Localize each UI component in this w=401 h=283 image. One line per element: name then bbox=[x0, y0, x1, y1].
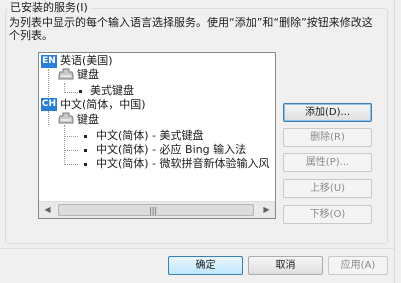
group-title: 已安装的服务(I) bbox=[8, 1, 90, 15]
tree-item-keyboard[interactable]: 键盘 bbox=[77, 113, 99, 127]
tree-item-keyboard[interactable]: 键盘 bbox=[77, 68, 99, 82]
en-language-badge: EN bbox=[41, 55, 57, 68]
remove-button[interactable]: 删除(R) bbox=[283, 128, 372, 147]
tree-connector bbox=[64, 136, 78, 137]
scroll-right-icon[interactable]: ▶ bbox=[258, 202, 275, 218]
apply-button[interactable]: 应用(A) bbox=[328, 256, 388, 275]
tree-item-input-method[interactable]: 中文(简体) - 微软拼音新体验输入风 bbox=[96, 157, 270, 171]
window-border bbox=[394, 0, 401, 283]
keyboard-icon bbox=[58, 68, 74, 81]
tree-connector bbox=[64, 92, 78, 93]
cancel-button[interactable]: 取消 bbox=[248, 256, 323, 275]
tree-item-input-method[interactable]: 中文(简体) - 必应 Bing 输入法 bbox=[96, 143, 246, 157]
add-button[interactable]: 添加(D)... bbox=[283, 103, 372, 122]
tree-connector bbox=[48, 111, 49, 125]
ok-button[interactable]: 确定 bbox=[168, 256, 243, 275]
scroll-left-icon[interactable]: ◀ bbox=[39, 202, 56, 218]
tree-item-chinese[interactable]: 中文(简体，中国) bbox=[60, 98, 146, 112]
tree-item-english[interactable]: 英语(美国) bbox=[60, 54, 113, 68]
tree-item-keyboard-layout[interactable]: 美式键盘 bbox=[90, 84, 134, 98]
services-tree[interactable]: EN 英语(美国) 键盘 美式键盘 CH 中文(简体，中国) 键盘 中文(简体)… bbox=[38, 52, 276, 219]
bullet-icon bbox=[84, 135, 87, 138]
bullet-icon bbox=[84, 163, 87, 166]
properties-button[interactable]: 属性(P)... bbox=[283, 153, 372, 172]
bullet-icon bbox=[84, 149, 87, 152]
tree-connector bbox=[64, 125, 65, 165]
group-description: 为列表中显示的每个输入语言选择服务。使用“添加”和“删除”按钮来修改这个列表。 bbox=[9, 16, 373, 42]
bullet-icon bbox=[79, 90, 82, 93]
horizontal-scrollbar[interactable]: ◀ ||| ▶ bbox=[39, 201, 275, 218]
keyboard-icon bbox=[58, 112, 74, 125]
move-up-button[interactable]: 上移(U) bbox=[283, 179, 372, 198]
scrollbar-thumb[interactable]: ||| bbox=[58, 204, 254, 216]
divider bbox=[0, 248, 401, 249]
ch-language-badge: CH bbox=[41, 98, 57, 111]
tree-connector bbox=[64, 150, 78, 151]
tree-connector bbox=[64, 164, 78, 165]
tree-item-input-method[interactable]: 中文(简体) - 美式键盘 bbox=[96, 129, 204, 143]
scrollbar-grip: ||| bbox=[149, 206, 158, 215]
move-down-button[interactable]: 下移(O) bbox=[283, 205, 372, 224]
